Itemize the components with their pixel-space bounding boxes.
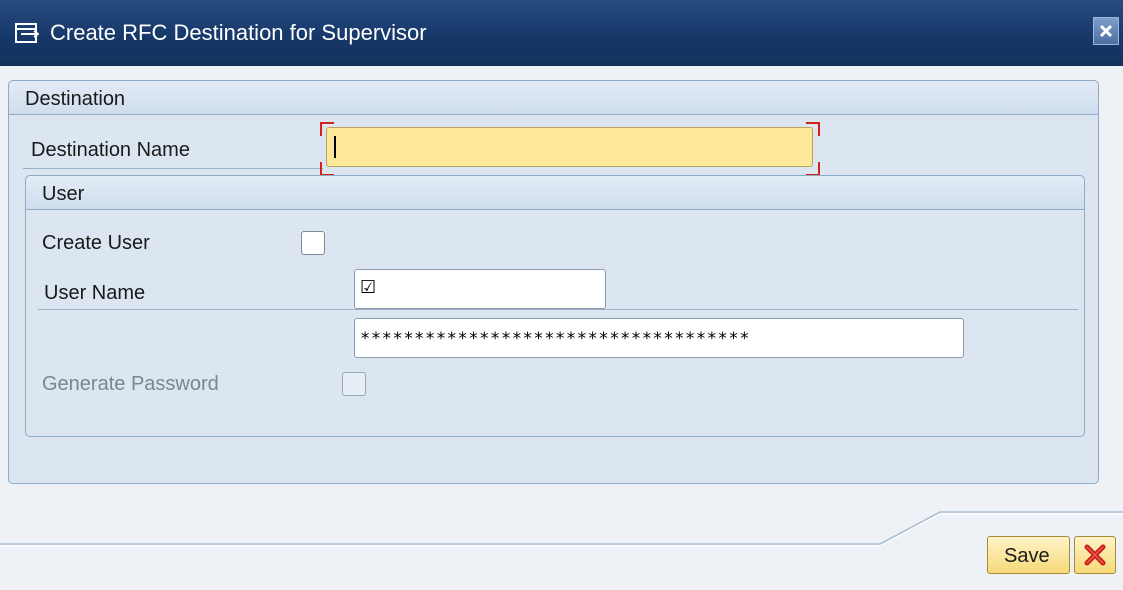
password-input[interactable]: ************************************ <box>354 318 964 358</box>
generate-password-checkbox <box>342 372 366 396</box>
generate-password-label: Generate Password <box>42 373 219 395</box>
text-caret <box>334 136 336 158</box>
user-group: User Create User User Name ☑ ***********… <box>25 175 1085 437</box>
user-name-value: ☑ <box>360 277 377 298</box>
user-name-input[interactable]: ☑ <box>354 269 606 309</box>
destination-name-label-underline <box>23 168 323 169</box>
destination-name-input[interactable] <box>326 127 813 167</box>
create-user-label: Create User <box>42 232 150 254</box>
destination-group-header: Destination <box>9 81 1098 115</box>
footer-separator <box>0 511 1123 547</box>
title-bar: Create RFC Destination for Supervisor <box>0 0 1123 66</box>
close-icon <box>1099 24 1113 38</box>
create-user-checkbox[interactable] <box>301 231 325 255</box>
save-button-label: Save <box>1004 545 1050 567</box>
window-title: Create RFC Destination for Supervisor <box>50 20 427 45</box>
rfc-destination-dialog: Create RFC Destination for Supervisor De… <box>0 0 1123 590</box>
destination-group-title: Destination <box>25 88 126 110</box>
user-group-header: User <box>26 176 1084 210</box>
save-button[interactable]: Save <box>987 536 1070 574</box>
password-value: ************************************ <box>360 329 751 349</box>
user-name-label: User Name <box>44 282 146 304</box>
user-name-label-underline <box>38 309 1078 310</box>
cancel-button[interactable] <box>1074 536 1116 574</box>
destination-name-label: Destination Name <box>31 139 190 161</box>
destination-group: Destination Destination Name User Create… <box>8 80 1099 484</box>
close-button[interactable] <box>1093 17 1119 45</box>
user-group-title: User <box>42 183 85 205</box>
cancel-icon <box>1084 544 1106 566</box>
edit-document-icon <box>15 23 39 43</box>
